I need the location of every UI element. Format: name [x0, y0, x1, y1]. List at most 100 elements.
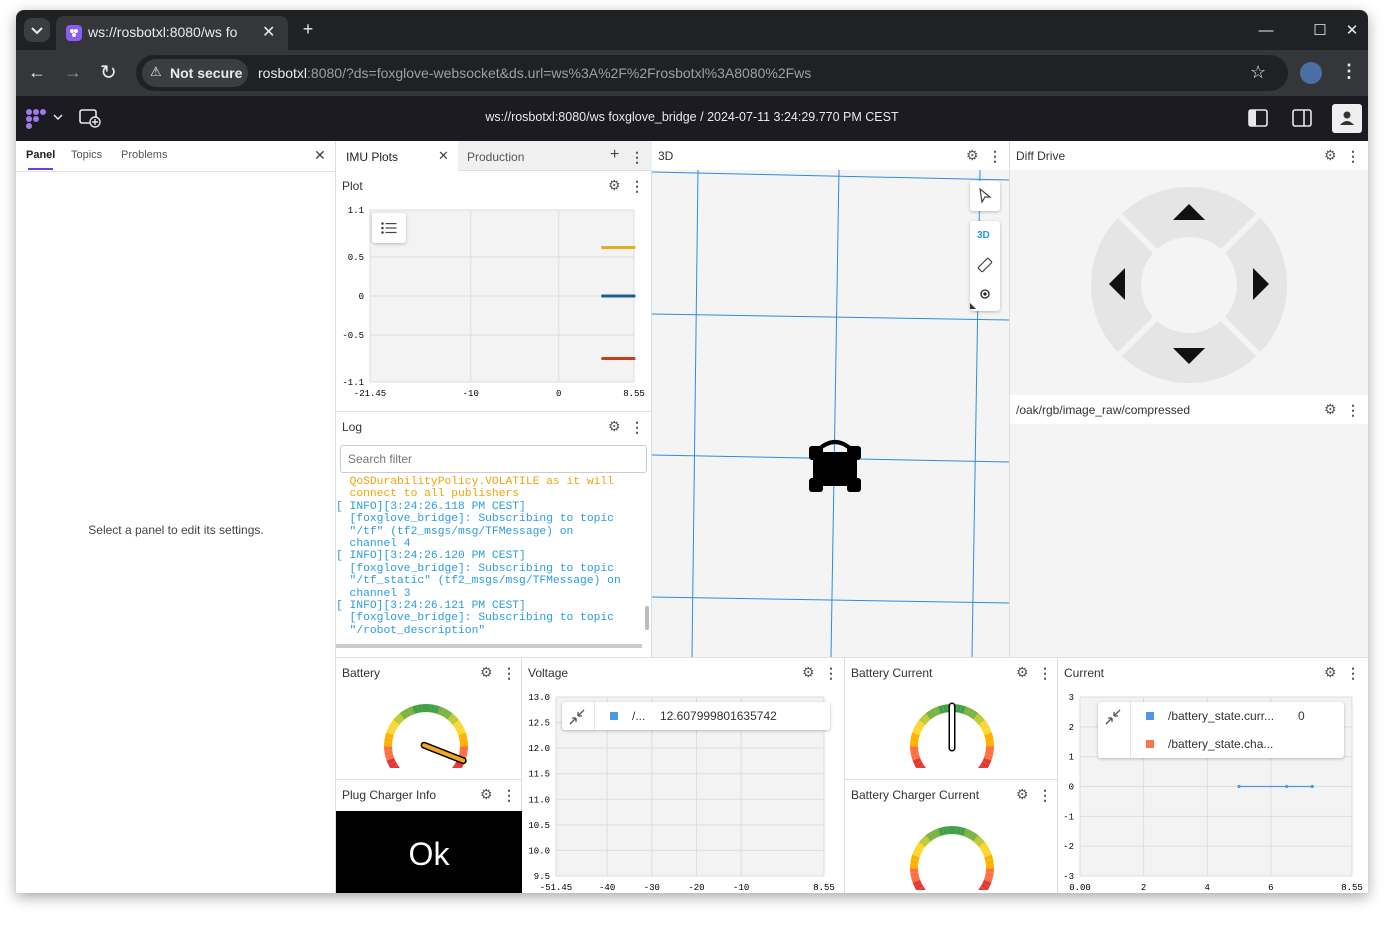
forward-icon[interactable]: → [64, 62, 82, 83]
gauge-arc-segment [440, 708, 449, 718]
gear-icon[interactable]: ⚙ [966, 147, 979, 164]
panel-header: Plot ⚙ ⋮ [336, 171, 652, 200]
tab-label: IMU Plots [346, 150, 399, 164]
data-point [601, 356, 605, 361]
log-search-input[interactable] [340, 445, 647, 473]
toggle-3d-button[interactable]: 3D [977, 230, 990, 241]
panel-header: Diff Drive ⚙ ⋮ [1010, 141, 1368, 170]
tab-title: ws://rosbotxl:8080/ws fo [88, 24, 238, 40]
chevron-down-icon [31, 27, 43, 35]
left-sidebar-toggle-icon[interactable] [1248, 109, 1268, 127]
gauge-arc-segment [966, 830, 975, 840]
publish-point-icon[interactable] [979, 288, 991, 300]
panel-title: Diff Drive [1016, 148, 1066, 163]
maximize-icon[interactable]: ☐ [1310, 21, 1330, 41]
close-window-icon[interactable]: ✕ [1342, 21, 1362, 41]
panel-menu-icon[interactable]: ⋮ [1038, 665, 1052, 682]
view-tools: 3D [970, 221, 1000, 311]
gauge-arc-segment [918, 764, 926, 768]
gauge-arc-segment [966, 708, 975, 718]
data-point [632, 294, 636, 298]
gear-icon[interactable]: ⚙ [1324, 401, 1337, 418]
gear-icon[interactable]: ⚙ [608, 177, 621, 194]
gauge-arc-segment [910, 732, 920, 739]
right-sidebar-toggle-icon[interactable] [1292, 109, 1312, 127]
browser-tab[interactable]: ws://rosbotxl:8080/ws fo ✕ [56, 16, 288, 50]
chrome-menu-icon[interactable]: ⋮ [1340, 61, 1358, 82]
arrow-right-icon[interactable] [1252, 267, 1270, 301]
image-canvas[interactable] [1010, 424, 1368, 657]
gear-icon[interactable]: ⚙ [1324, 147, 1337, 164]
panel-menu-icon[interactable]: ⋮ [988, 148, 1002, 165]
url-path: :8080/?ds=foxglove-websocket&ds.url=ws%3… [307, 65, 812, 81]
y-tick-label: 1.1 [348, 206, 364, 216]
gauge-arc-segment [914, 883, 924, 890]
gauge-arc-segment [980, 761, 990, 768]
minimize-icon[interactable]: — [1256, 21, 1276, 41]
new-tab-button[interactable]: + [294, 15, 322, 43]
series-swatch [610, 712, 618, 720]
arrow-left-icon[interactable] [1108, 267, 1126, 301]
gear-icon[interactable]: ⚙ [802, 664, 815, 681]
gear-icon[interactable]: ⚙ [480, 664, 493, 681]
arrow-up-icon[interactable] [1172, 203, 1206, 221]
corner-indicator-icon [970, 303, 976, 309]
collapse-icon[interactable] [569, 709, 585, 725]
sidebar-tab-topics[interactable]: Topics [71, 149, 102, 161]
ruler-icon[interactable] [977, 257, 993, 273]
gear-icon[interactable]: ⚙ [480, 786, 493, 803]
y-tick-label: -1 [1063, 812, 1074, 822]
bookmark-star-icon[interactable]: ☆ [1250, 62, 1266, 83]
reload-icon[interactable]: ↻ [100, 60, 117, 85]
voltage-legend: /... 12.607999801635742 [562, 702, 830, 730]
close-tab-icon[interactable]: ✕ [438, 148, 449, 164]
security-chip[interactable]: ⚠ Not secure [142, 59, 248, 87]
panel-menu-icon[interactable]: ⋮ [630, 419, 644, 436]
tab-search-button[interactable] [24, 18, 50, 42]
panel-menu-icon[interactable]: ⋮ [1346, 148, 1360, 165]
address-bar[interactable]: ⚠ Not secure rosbotxl:8080/?ds=foxglove-… [136, 55, 1288, 91]
collapse-icon[interactable] [1105, 709, 1121, 725]
panel-menu-icon[interactable]: ⋮ [502, 787, 516, 804]
y-tick-label: -1.1 [342, 378, 364, 388]
panel-menu-icon[interactable]: ⋮ [502, 665, 516, 682]
close-sidebar-icon[interactable]: ✕ [314, 147, 326, 164]
panel-menu-icon[interactable]: ⋮ [1346, 402, 1360, 419]
gear-icon[interactable]: ⚙ [608, 418, 621, 435]
panel-header: 3D ⚙ ⋮ [652, 141, 1009, 170]
select-tool-button[interactable] [970, 181, 1000, 211]
account-button[interactable] [1332, 104, 1362, 133]
sidebar-tab-panel[interactable]: Panel [26, 149, 55, 161]
gear-icon[interactable]: ⚙ [1324, 664, 1337, 681]
panel-menu-icon[interactable]: ⋮ [1038, 787, 1052, 804]
log-messages[interactable]: QoSDurabilityPolicy.VOLATILE as it will … [336, 476, 648, 648]
arrow-down-icon[interactable] [1172, 347, 1206, 365]
image-panel: /oak/rgb/image_raw/compressed ⚙ ⋮ [1010, 395, 1368, 657]
gauge-arc-segment [982, 757, 992, 765]
add-tab-icon[interactable]: + [610, 146, 619, 164]
log-scrollbar-thumb[interactable] [645, 606, 649, 630]
gear-icon[interactable]: ⚙ [1016, 786, 1029, 803]
close-tab-icon[interactable]: ✕ [262, 22, 275, 42]
gauge-arc-segment [412, 705, 419, 714]
gauge-arc-segment [916, 842, 926, 851]
tab-imu-plots[interactable]: IMU Plots ✕ [336, 141, 458, 171]
gauge-arc-segment [387, 723, 398, 732]
log-horizontal-scrollbar[interactable] [336, 644, 642, 648]
panel-header: /oak/rgb/image_raw/compressed ⚙ ⋮ [1010, 395, 1368, 424]
back-icon[interactable]: ← [28, 62, 46, 83]
sidebar-tab-problems[interactable]: Problems [121, 149, 167, 161]
gauge-arc-segment [973, 713, 982, 723]
gear-icon[interactable]: ⚙ [1016, 664, 1029, 681]
panel-menu-icon[interactable]: ⋮ [630, 178, 644, 195]
tab-production[interactable]: Production [458, 141, 598, 171]
panel-title: 3D [658, 148, 674, 163]
panel-menu-icon[interactable]: ⋮ [824, 665, 838, 682]
profile-avatar[interactable] [1300, 62, 1322, 84]
tab-menu-icon[interactable]: ⋮ [630, 149, 644, 166]
three-d-viewport[interactable] [652, 170, 1010, 657]
legend-toggle-button[interactable] [372, 213, 406, 243]
foxglove-app-bar: ws://rosbotxl:8080/ws foxglove_bridge / … [16, 96, 1368, 141]
panel-menu-icon[interactable]: ⋮ [1346, 665, 1360, 682]
plot-panel: Plot ⚙ ⋮ 1.1 0.5 0 -0.5 -1.1 -21.45 -10 0 8.55 [336, 171, 652, 411]
